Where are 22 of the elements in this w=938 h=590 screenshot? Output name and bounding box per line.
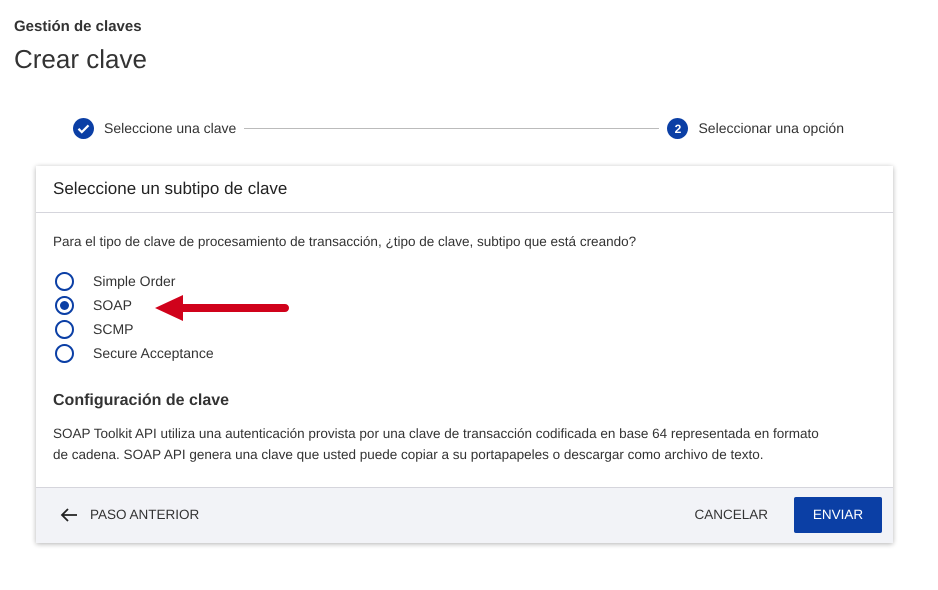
question-text: Para el tipo de clave de procesamiento de transacción, ¿tipo de clave, subtipo que está creando? — [53, 232, 638, 251]
radio-button[interactable] — [55, 296, 74, 316]
step-label: Seleccione una clave — [104, 119, 236, 138]
submit-button[interactable]: ENVIAR — [794, 497, 882, 534]
breadcrumb: Gestión de claves — [14, 17, 143, 37]
card-title: Seleccione un subtipo de clave — [53, 178, 288, 200]
option-label: Simple Order — [93, 272, 176, 292]
option-label: SOAP — [93, 296, 132, 316]
option-label: Secure Acceptance — [93, 344, 214, 364]
step-number: 2 — [667, 118, 688, 139]
radio-button[interactable] — [55, 320, 74, 340]
annotation-arrow-icon — [155, 294, 291, 321]
step-label: Seleccionar una opción — [698, 119, 844, 138]
page-title: Crear clave — [14, 42, 148, 76]
section-title: Configuración de clave — [53, 390, 230, 411]
cancel-button[interactable]: CANCELAR — [682, 497, 780, 534]
arrow-left-icon — [60, 507, 78, 524]
description-text: SOAP Toolkit API utiliza una autenticación provista por una clave de transacción codificada en base 64 representada en formato de cadena. SOAP API genera una clave que usted puede copiar a su portapapeles o descargar como archivo de texto. — [53, 424, 820, 464]
previous-step-button[interactable]: PASO ANTERIOR — [60, 505, 200, 526]
radio-button[interactable] — [55, 272, 74, 292]
radio-button[interactable] — [55, 344, 74, 364]
option-label: SCMP — [93, 320, 134, 340]
